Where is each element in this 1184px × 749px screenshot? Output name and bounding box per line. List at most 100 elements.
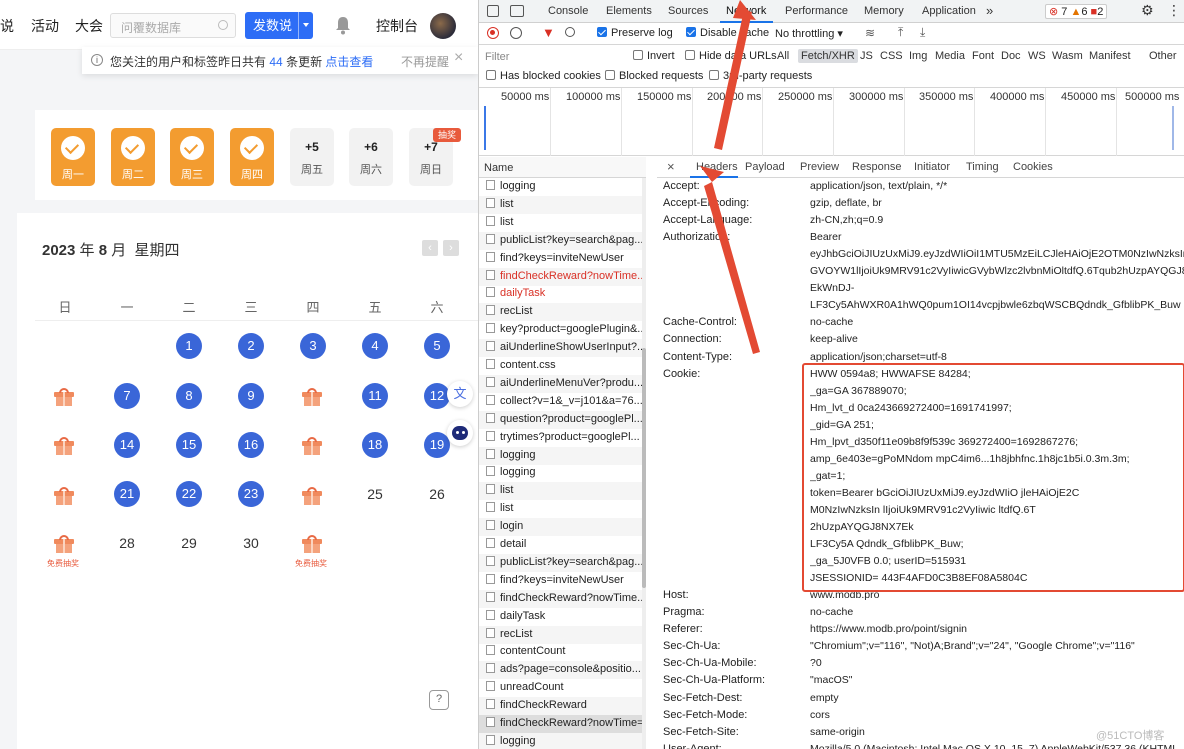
request-row[interactable]: logging — [479, 178, 642, 196]
dismiss-notice-button[interactable]: 不再提醒 — [401, 53, 449, 70]
checkin-day-tue[interactable]: 周二 — [111, 128, 155, 186]
request-row[interactable]: list — [479, 482, 642, 501]
calendar-day[interactable]: 29 — [176, 530, 202, 556]
network-overview-timeline[interactable]: 50000 ms 100000 ms 150000 ms 200000 ms 2… — [479, 88, 1184, 156]
calendar-day-signed[interactable]: 4 — [362, 333, 388, 359]
nav-item-activity[interactable]: 活动 — [31, 16, 59, 36]
request-row[interactable]: ads?page=console&positio... — [479, 661, 642, 680]
search-input[interactable]: 问覆数据库 — [110, 13, 236, 38]
tab-application[interactable]: Application — [922, 5, 976, 17]
hide-data-urls-checkbox[interactable]: Hide data URLs — [685, 50, 777, 62]
checkin-day-thu[interactable]: 周四 — [230, 128, 274, 186]
request-row[interactable]: list — [479, 195, 642, 214]
tab-sources[interactable]: Sources — [668, 5, 708, 17]
checkin-day-mon[interactable]: 周一 — [51, 128, 95, 186]
avatar[interactable] — [430, 13, 456, 39]
checkin-day-wed[interactable]: 周三 — [170, 128, 214, 186]
request-row[interactable]: trytimes?product=googlePl... — [479, 429, 642, 447]
gift-icon[interactable] — [302, 535, 322, 553]
tab-network[interactable]: Network — [726, 5, 766, 17]
calendar-day[interactable]: 30 — [238, 530, 264, 556]
checkin-day-fri[interactable]: +5 周五 — [290, 128, 334, 186]
disable-cache-checkbox[interactable]: Disable cache — [686, 27, 769, 39]
request-row[interactable]: recList — [479, 625, 642, 644]
calendar-day-signed[interactable]: 14 — [114, 432, 140, 458]
calendar-day-signed[interactable]: 15 — [176, 432, 202, 458]
tab-response[interactable]: Response — [852, 161, 902, 173]
tab-memory[interactable]: Memory — [864, 5, 904, 17]
calendar-day-signed[interactable]: 3 — [300, 333, 326, 359]
calendar-day[interactable]: 25 — [362, 481, 388, 507]
request-row[interactable]: login — [479, 518, 642, 537]
calendar-day-signed[interactable]: 2 — [238, 333, 264, 359]
type-filter-css[interactable]: CSS — [880, 50, 903, 62]
nav-item-shuo[interactable]: 说 — [0, 16, 14, 36]
translate-icon[interactable]: 文 — [447, 381, 473, 407]
chevron-down-icon[interactable] — [298, 12, 313, 39]
calendar-day-signed[interactable]: 18 — [362, 432, 388, 458]
type-filter-all[interactable]: All — [777, 50, 789, 62]
request-row[interactable]: logging — [479, 446, 642, 465]
request-row[interactable]: find?keys=inviteNewUser — [479, 572, 642, 590]
request-row[interactable]: collect?v=1&_v=j101&a=76... — [479, 393, 642, 411]
gift-icon[interactable] — [302, 388, 322, 406]
request-row[interactable]: key?product=googlePlugin&... — [479, 321, 642, 339]
tab-headers[interactable]: Headers — [696, 161, 738, 173]
blocked-requests-checkbox[interactable]: Blocked requests — [605, 70, 703, 82]
prev-month-button[interactable]: ‹ — [422, 240, 438, 256]
request-row[interactable]: content.css — [479, 357, 642, 375]
type-filter-media[interactable]: Media — [935, 50, 965, 62]
tab-payload[interactable]: Payload — [745, 161, 785, 173]
gift-icon[interactable] — [54, 535, 74, 553]
search-icon[interactable] — [565, 27, 575, 37]
request-row[interactable]: recList — [479, 303, 642, 322]
import-har-icon[interactable]: ⤒ — [898, 25, 903, 40]
scrollbar-thumb[interactable] — [642, 348, 646, 588]
request-row[interactable]: find?keys=inviteNewUser — [479, 250, 642, 268]
request-row[interactable]: unreadCount — [479, 679, 642, 697]
request-list-scrollbar[interactable] — [642, 178, 646, 749]
nav-item-conference[interactable]: 大会 — [75, 16, 103, 36]
clear-icon[interactable] — [510, 27, 522, 39]
calendar-day-signed[interactable]: 22 — [176, 481, 202, 507]
request-row[interactable]: dailyTask — [479, 608, 642, 626]
request-row[interactable]: aiUnderlineMenuVer?produ... — [479, 374, 642, 393]
calendar-day-signed[interactable]: 19 — [424, 432, 450, 458]
calendar-day-signed[interactable]: 21 — [114, 481, 140, 507]
calendar-day-signed[interactable]: 23 — [238, 481, 264, 507]
tab-console[interactable]: Console — [548, 5, 588, 17]
view-updates-link[interactable]: 点击查看 — [325, 55, 373, 69]
third-party-checkbox[interactable]: 3rd-party requests — [709, 70, 812, 82]
bell-icon[interactable] — [334, 15, 352, 35]
more-tabs-button[interactable]: » — [986, 3, 993, 18]
calendar-day-signed[interactable]: 7 — [114, 383, 140, 409]
gift-icon[interactable] — [302, 487, 322, 505]
type-filter-js[interactable]: JS — [860, 50, 873, 62]
record-stop-icon[interactable] — [487, 27, 499, 39]
request-row[interactable]: findCheckReward — [479, 697, 642, 716]
post-button[interactable]: 发数说 — [245, 12, 313, 39]
preserve-log-checkbox[interactable]: Preserve log — [597, 27, 673, 39]
settings-gear-icon[interactable]: ⚙ — [1141, 2, 1154, 19]
request-row[interactable]: question?product=googlePl... — [479, 410, 642, 429]
inspect-element-icon[interactable] — [487, 5, 499, 17]
name-column-header[interactable]: Name — [479, 157, 646, 178]
request-row[interactable]: publicList?key=search&pag... — [479, 553, 642, 572]
throttling-select[interactable]: No throttling ▾ — [775, 27, 843, 40]
type-filter-img[interactable]: Img — [909, 50, 927, 62]
calendar-day-signed[interactable]: 16 — [238, 432, 264, 458]
type-filter-other[interactable]: Other — [1149, 50, 1177, 62]
type-filter-font[interactable]: Font — [972, 50, 994, 62]
assistant-bot-icon[interactable] — [447, 420, 473, 446]
export-har-icon[interactable]: ⤓ — [920, 25, 925, 40]
request-row[interactable]: detail — [479, 536, 642, 554]
network-conditions-icon[interactable]: ≋ — [865, 26, 875, 40]
request-row[interactable]: logging — [479, 732, 642, 749]
calendar-day[interactable]: 28 — [114, 530, 140, 556]
close-icon[interactable]: × — [454, 49, 463, 67]
request-row[interactable]: contentCount — [479, 643, 642, 661]
calendar-day-signed[interactable]: 5 — [424, 333, 450, 359]
gift-icon[interactable] — [302, 437, 322, 455]
request-row[interactable]: aiUnderlineShowUserInput?... — [479, 339, 642, 358]
calendar-day[interactable]: 26 — [424, 481, 450, 507]
